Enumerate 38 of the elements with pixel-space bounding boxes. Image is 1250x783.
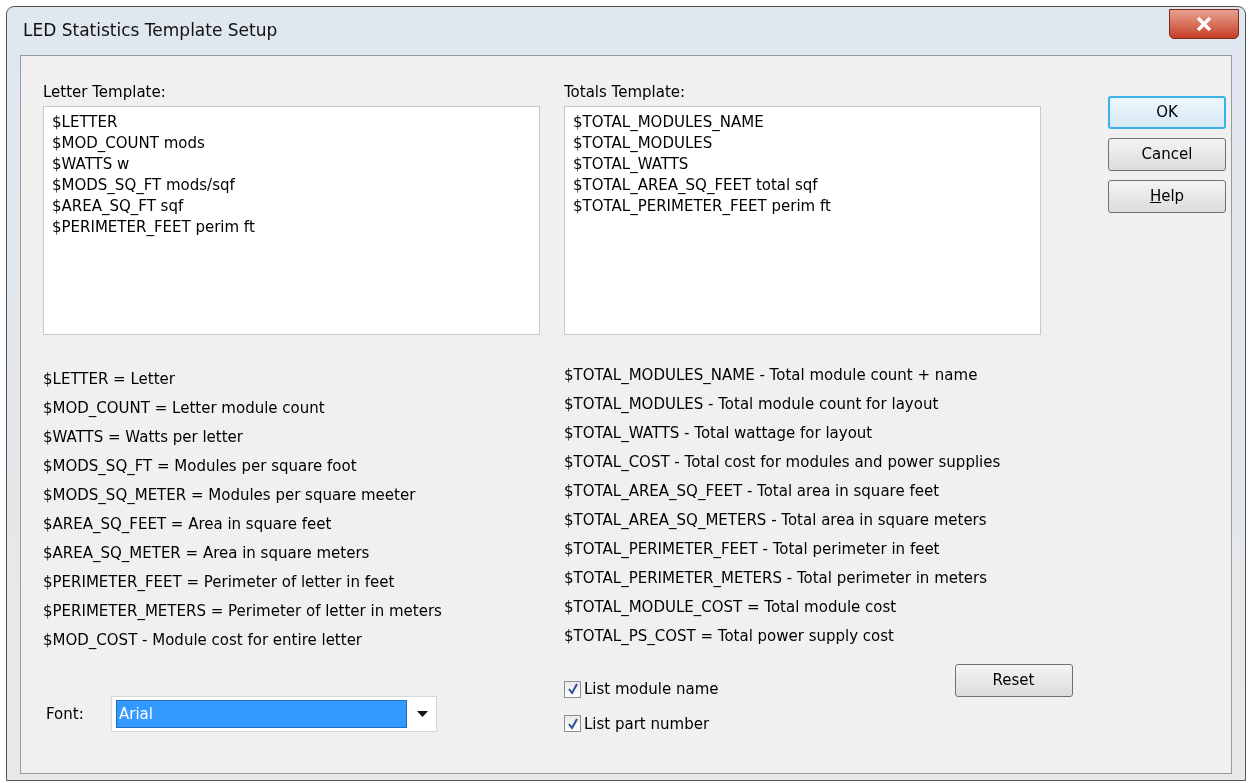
legend-text: $PERIMETER_FEET = Perimeter of letter in feet <box>43 572 396 592</box>
legend-text: $AREA_SQ_METER = Area in square meters <box>43 543 371 563</box>
field-label: Letter Template: <box>43 82 167 102</box>
checkbox-label: List module name <box>584 679 719 700</box>
legend-text: $TOTAL_WATTS - Total wattage for layout <box>564 423 874 443</box>
legend-text: $TOTAL_PS_COST = Total power supply cost <box>564 626 895 646</box>
legend-text: $MOD_COST - Module cost for entire letter <box>43 630 364 650</box>
legend-text: $TOTAL_MODULES_NAME - Total module count + name <box>564 365 979 385</box>
legend-text: $MOD_COUNT = Letter module count <box>43 398 326 418</box>
checkbox-label: List part number <box>584 713 710 735</box>
legend-text: $TOTAL_AREA_SQ_METERS - Total area in square meters <box>564 510 988 530</box>
legend-text: $TOTAL_MODULE_COST = Total module cost <box>564 597 898 617</box>
dialog-button[interactable]: OK <box>1108 96 1226 129</box>
dropdown-caret-icon <box>417 711 428 717</box>
legend-text: $TOTAL_PERIMETER_FEET - Total perimeter in feet <box>564 539 941 559</box>
reset-button[interactable]: Reset <box>954 664 1073 697</box>
legend-text: $AREA_SQ_FEET = Area in square feet <box>43 514 333 534</box>
font-value: Arial <box>116 700 407 728</box>
field-label: Totals Template: <box>564 82 687 102</box>
window-title: LED Statistics Template Setup <box>23 19 278 43</box>
dialog-button[interactable]: Cancel <box>1108 138 1226 171</box>
checkbox[interactable] <box>564 680 581 698</box>
close-icon <box>1196 17 1212 31</box>
checkbox[interactable] <box>564 715 581 733</box>
legend-text: $TOTAL_PERIMETER_METERS - Total perimeter in meters <box>564 568 989 588</box>
field-label: Font: <box>46 703 85 725</box>
totals-template-field[interactable]: $TOTAL_MODULES_NAME $TOTAL_MODULES $TOTAL_WATTS $TOTAL_AREA_SQ_FEET total sqf $TOTAL_PERIMETER_FEET perim ft <box>564 106 1041 335</box>
close-button[interactable] <box>1169 9 1239 39</box>
legend-text: $TOTAL_COST - Total cost for modules and power supplies <box>564 452 1002 472</box>
legend-text: $MODS_SQ_FT = Modules per square foot <box>43 456 358 476</box>
legend-text: $PERIMETER_METERS = Perimeter of letter in meters <box>43 601 443 621</box>
dialog-button[interactable]: Help <box>1108 180 1226 213</box>
legend-text: $TOTAL_MODULES - Total module count for layout <box>564 394 940 414</box>
letter-template-field[interactable]: $LETTER $MOD_COUNT mods $WATTS w $MODS_SQ_FT mods/sqf $AREA_SQ_FT sqf $PERIMETER_FEET perim ft <box>43 106 540 335</box>
legend-text: $TOTAL_AREA_SQ_FEET - Total area in square feet <box>564 481 941 501</box>
legend-text: $WATTS = Watts per letter <box>43 427 244 447</box>
legend-text: $LETTER = Letter <box>43 369 176 389</box>
legend-text: $MODS_SQ_METER = Modules per square meeter <box>43 485 417 505</box>
